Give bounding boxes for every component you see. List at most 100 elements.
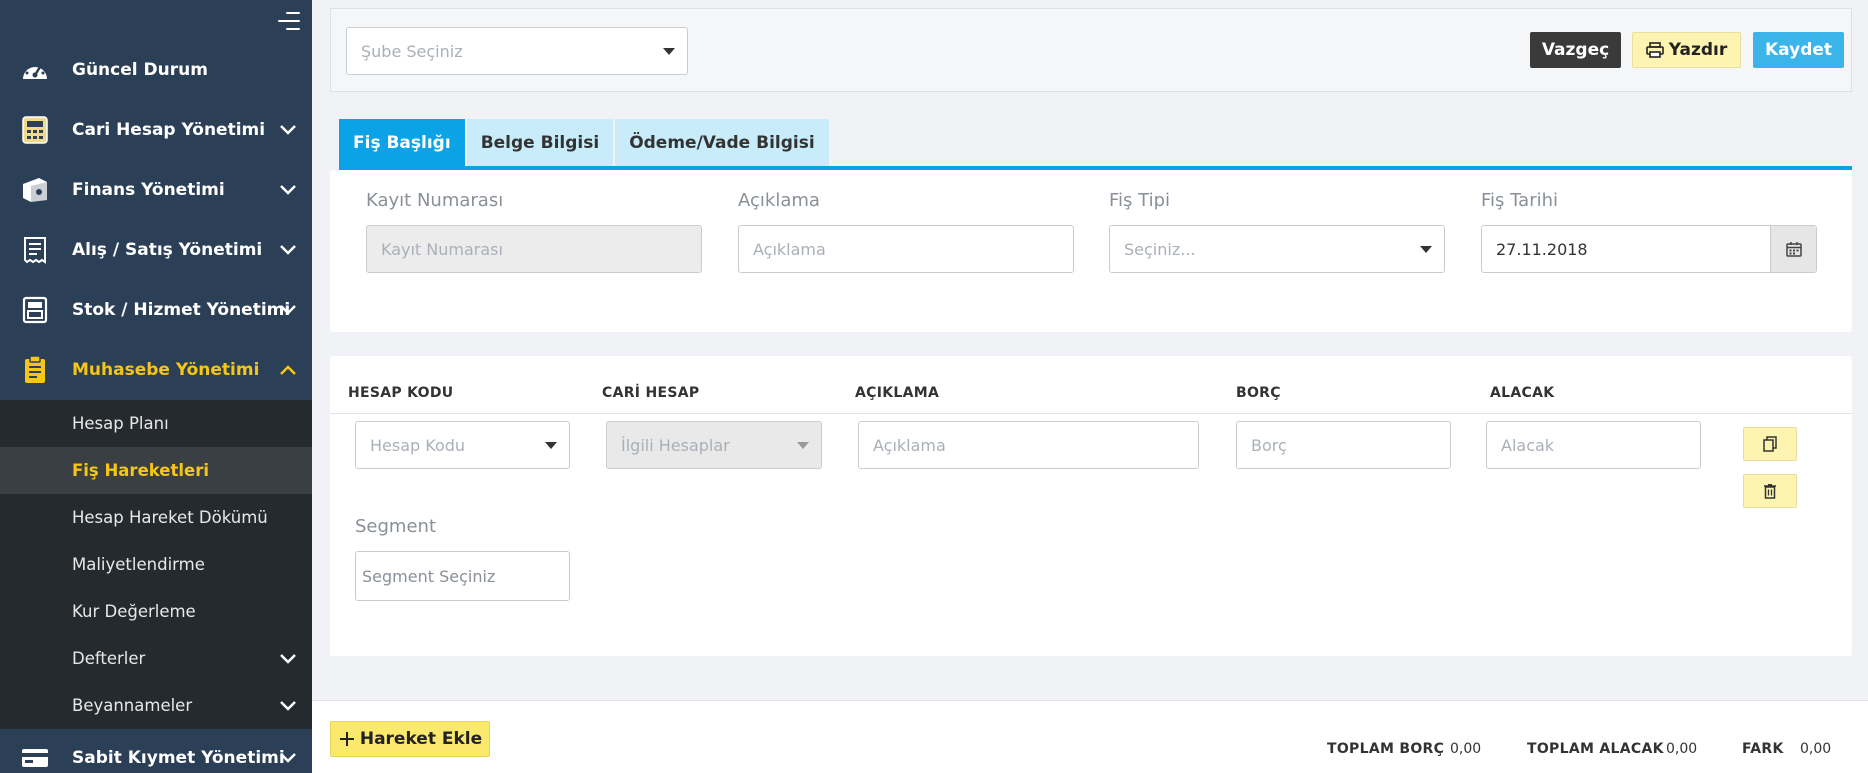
description-label: Açıklama — [738, 190, 820, 211]
record-no-input[interactable]: Kayıt Numarası — [366, 225, 702, 273]
plus-icon — [339, 732, 354, 746]
sidebar-subitem-defterler[interactable]: Defterler — [0, 635, 312, 682]
chevron-down-icon — [280, 653, 296, 664]
sidebar-subitem-beyannameler[interactable]: Beyannameler — [0, 682, 312, 729]
credit-input[interactable]: Alacak — [1486, 421, 1701, 469]
line-description-input[interactable]: Açıklama — [858, 421, 1199, 469]
dashboard-icon — [20, 55, 50, 85]
tab-label: Ödeme/Vade Bilgisi — [629, 132, 815, 153]
sidebar-subitem-label: Hesap Hareket Dökümü — [72, 508, 268, 527]
copy-line-button[interactable] — [1743, 427, 1797, 461]
diff-value: 0,00 — [1800, 741, 1832, 757]
date-label: Fiş Tarihi — [1481, 190, 1559, 211]
sidebar-subitem-label: Defterler — [72, 649, 146, 668]
sidebar-subitem-maliyetlendirme[interactable]: Maliyetlendirme — [0, 541, 312, 588]
debit-input[interactable]: Borç — [1236, 421, 1451, 469]
related-accounts-select[interactable]: İlgili Hesaplar — [606, 421, 822, 469]
segment-label: Segment — [355, 516, 436, 537]
total-debit-value: 0,00 — [1450, 741, 1482, 757]
column-header-cari-hesap: CARİ HESAP — [602, 385, 700, 401]
stock-icon — [20, 295, 50, 325]
branch-select-placeholder: Şube Seçiniz — [361, 41, 463, 61]
chevron-down-icon — [280, 752, 296, 763]
debit-placeholder: Borç — [1251, 435, 1287, 455]
copy-icon — [1763, 436, 1777, 452]
sidebar-item-cari-hesap[interactable]: Cari Hesap Yönetimi — [0, 100, 312, 160]
chevron-down-icon — [280, 185, 296, 195]
trash-icon — [1764, 484, 1776, 499]
save-button[interactable]: Kaydet — [1753, 32, 1844, 68]
tab-odeme-vade-bilgisi[interactable]: Ödeme/Vade Bilgisi — [615, 119, 829, 166]
type-label: Fiş Tipi — [1109, 190, 1171, 211]
cancel-button-label: Vazgeç — [1541, 40, 1610, 60]
chevron-down-icon — [280, 700, 296, 711]
description-placeholder: Açıklama — [753, 239, 826, 259]
account-code-placeholder: Hesap Kodu — [370, 435, 466, 455]
sidebar-subitem-hesap-hareket-dokumu[interactable]: Hesap Hareket Dökümü — [0, 494, 312, 541]
caret-down-icon — [797, 442, 809, 449]
table-header-divider — [330, 413, 1852, 414]
column-header-credit: ALACAK — [1490, 385, 1555, 401]
chevron-up-icon — [280, 365, 296, 375]
tab-bar: Fiş Başlığı Belge Bilgisi Ödeme/Vade Bil… — [339, 119, 831, 169]
header-form-panel: Kayıt Numarası Kayıt Numarası Açıklama A… — [330, 170, 1852, 332]
sidebar-subitem-label: Hesap Planı — [72, 414, 169, 433]
sidebar-header — [0, 0, 312, 40]
sidebar-item-label: Finans Yönetimi — [72, 180, 225, 200]
cancel-button[interactable]: Vazgeç — [1530, 32, 1621, 68]
sidebar-subitem-fis-hareketleri[interactable]: Fiş Hareketleri — [0, 447, 312, 494]
action-bar: Şube Seçiniz Vazgeç Yazdır Kaydet — [330, 8, 1852, 92]
save-button-label: Kaydet — [1764, 40, 1833, 60]
sidebar-item-alis-satis[interactable]: Alış / Satış Yönetimi — [0, 220, 312, 280]
calculator-icon — [20, 115, 50, 145]
sidebar-subitem-hesap-plani[interactable]: Hesap Planı — [0, 400, 312, 447]
chevron-down-icon — [280, 245, 296, 255]
account-code-select[interactable]: Hesap Kodu — [355, 421, 570, 469]
menu-toggle-icon[interactable] — [278, 12, 300, 30]
sidebar-item-stok-hizmet[interactable]: Stok / Hizmet Yönetimi — [0, 280, 312, 340]
print-button-label: Yazdır — [1668, 40, 1728, 60]
segment-placeholder: Segment Seçiniz — [362, 566, 496, 586]
sidebar-subitem-label: Kur Değerleme — [72, 602, 196, 621]
calendar-icon — [1785, 242, 1802, 257]
chevron-down-icon — [280, 125, 296, 135]
sidebar-item-label: Güncel Durum — [72, 60, 208, 80]
caret-down-icon — [663, 48, 675, 55]
description-input[interactable]: Açıklama — [738, 225, 1074, 273]
sidebar-submenu-muhasebe: Hesap Planı Fiş Hareketleri Hesap Hareke… — [0, 400, 312, 729]
segment-input[interactable]: Segment Seçiniz — [355, 551, 570, 601]
sidebar-item-sabit-kiymet[interactable]: Sabit Kıymet Yönetimi — [0, 729, 312, 773]
sidebar-item-guncel-durum[interactable]: Güncel Durum — [0, 40, 312, 100]
tab-belge-bilgisi[interactable]: Belge Bilgisi — [466, 119, 614, 166]
branch-select[interactable]: Şube Seçiniz — [346, 27, 688, 75]
wallet-icon — [20, 175, 50, 205]
print-button[interactable]: Yazdır — [1632, 32, 1741, 68]
record-no-label: Kayıt Numarası — [366, 190, 504, 211]
column-header-description: AÇIKLAMA — [855, 385, 940, 401]
footer-bar: Hareket Ekle TOPLAM BORÇ 0,00 TOPLAM ALA… — [312, 700, 1868, 773]
delete-line-button[interactable] — [1743, 474, 1797, 508]
caret-down-icon — [545, 442, 557, 449]
total-debit-label: TOPLAM BORÇ — [1327, 741, 1445, 757]
date-input[interactable]: 27.11.2018 — [1481, 225, 1817, 273]
column-header-debit: BORÇ — [1236, 385, 1281, 401]
sidebar-item-muhasebe[interactable]: Muhasebe Yönetimi — [0, 340, 312, 400]
receipt-icon — [20, 235, 50, 265]
sidebar-item-finans[interactable]: Finans Yönetimi — [0, 160, 312, 220]
type-select[interactable]: Seçiniz... — [1109, 225, 1445, 273]
clipboard-icon — [20, 355, 50, 385]
type-select-placeholder: Seçiniz... — [1124, 239, 1196, 259]
caret-down-icon — [1420, 246, 1432, 253]
record-no-placeholder: Kayıt Numarası — [381, 239, 503, 259]
column-header-account-code: HESAP KODU — [348, 385, 454, 401]
add-line-button[interactable]: Hareket Ekle — [330, 721, 490, 757]
sidebar-subitem-kur-degerleme[interactable]: Kur Değerleme — [0, 588, 312, 635]
tab-label: Fiş Başlığı — [353, 132, 451, 153]
calendar-button[interactable] — [1770, 226, 1816, 272]
sidebar: Güncel Durum Cari Hesap Yönetimi Finans … — [0, 0, 312, 773]
printer-icon — [1645, 42, 1664, 58]
sidebar-subitem-label: Beyannameler — [72, 696, 193, 715]
related-accounts-placeholder: İlgili Hesaplar — [621, 435, 730, 455]
tab-fis-basligi[interactable]: Fiş Başlığı — [339, 119, 465, 166]
lines-panel: HESAP KODU CARİ HESAP AÇIKLAMA BORÇ ALAC… — [330, 356, 1852, 656]
